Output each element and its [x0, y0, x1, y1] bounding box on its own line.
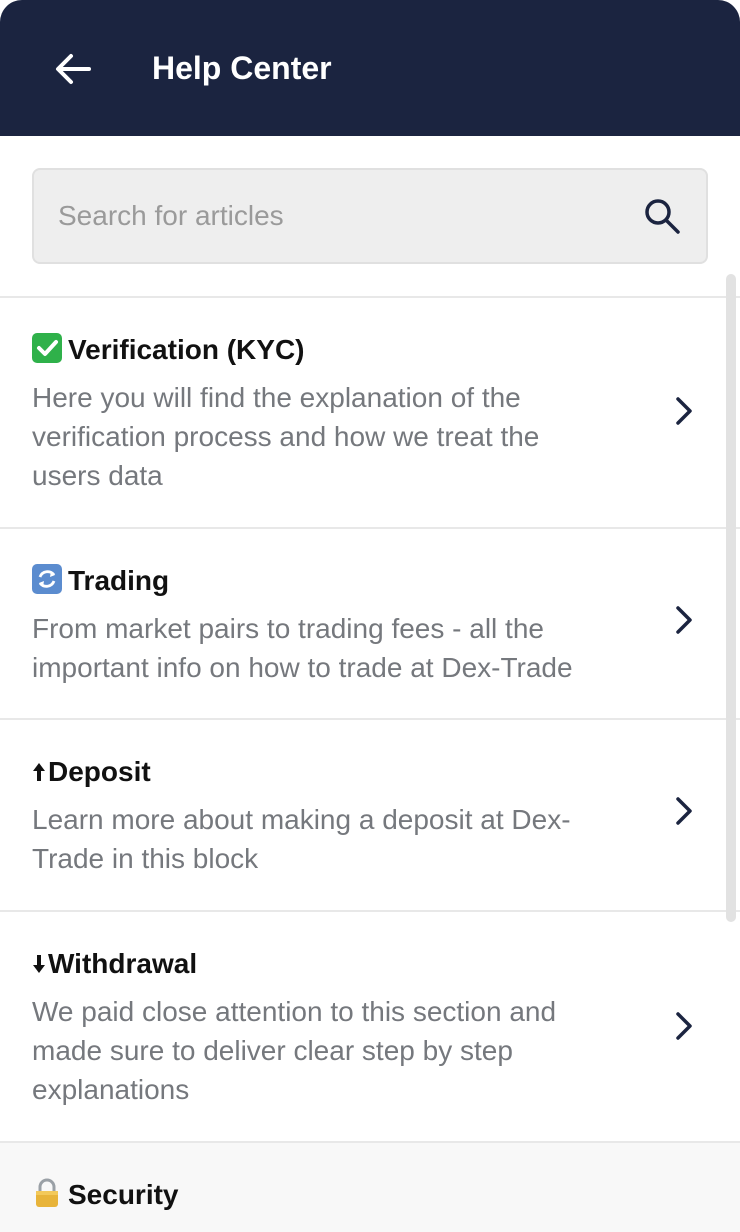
search-button[interactable]: [642, 196, 682, 236]
check-mark-button-icon: [32, 333, 62, 363]
up-arrow-icon: [33, 763, 45, 781]
chevron-right-icon: [676, 1012, 692, 1040]
arrow-left-icon: [56, 54, 91, 84]
category-description: Learn more about making a deposit at Dex…: [32, 804, 571, 874]
chevron-right-icon: [676, 606, 692, 634]
category-title: Verification (KYC): [32, 330, 304, 370]
category-title: Security: [32, 1175, 179, 1215]
category-description: From market pairs to trading fees - all …: [32, 613, 573, 683]
category-title: Deposit: [32, 752, 151, 792]
category-item-withdrawal[interactable]: Withdrawal We paid close attention to th…: [0, 912, 740, 1142]
category-title: Trading: [32, 561, 169, 601]
category-title: Withdrawal: [32, 944, 197, 984]
back-button[interactable]: [40, 36, 106, 102]
category-description: Here you will find the explanation of th…: [32, 382, 540, 491]
help-center-panel: Help Center Verification (KYC) Here you …: [0, 0, 740, 1232]
counterclockwise-arrows-icon: [32, 564, 62, 594]
header-bar: Help Center: [0, 0, 740, 136]
down-arrow-icon: [33, 955, 45, 973]
chevron-right-icon: [676, 397, 692, 425]
content-area: Verification (KYC) Here you will find th…: [0, 136, 740, 1232]
page-title: Help Center: [152, 50, 332, 86]
search-icon: [645, 199, 680, 234]
search-input[interactable]: [58, 190, 618, 242]
lock-icon: [36, 1178, 58, 1207]
category-description: We paid close attention to this section …: [32, 996, 557, 1105]
search-box: [32, 168, 708, 264]
chevron-right-icon: [676, 797, 692, 825]
category-item-security[interactable]: Security: [0, 1143, 740, 1232]
category-item-verification[interactable]: Verification (KYC) Here you will find th…: [0, 298, 740, 528]
category-item-deposit[interactable]: Deposit Learn more about making a deposi…: [0, 720, 740, 910]
scrollbar-thumb[interactable]: [726, 274, 736, 922]
category-item-trading[interactable]: Trading From market pairs to trading fee…: [0, 529, 740, 719]
